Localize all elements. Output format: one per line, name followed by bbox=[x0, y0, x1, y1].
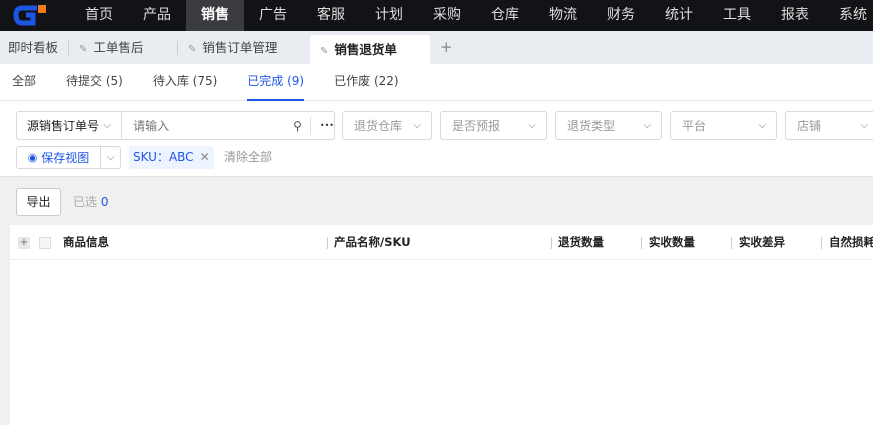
col-product-info[interactable]: 商品信息 bbox=[63, 225, 109, 260]
returns-table: + 商品信息 产品名称/SKU 退货数量 实收数量 实收差异 自然损耗 bbox=[10, 225, 873, 425]
filter-tag-label: SKU：ABC bbox=[133, 150, 194, 164]
search-type-value: 源销售订单号 bbox=[27, 119, 100, 133]
column-resizer[interactable] bbox=[731, 237, 732, 249]
search-group: 源销售订单号⌵ ⚲ ••• bbox=[16, 111, 335, 140]
nav-item-product[interactable]: 产品 bbox=[128, 0, 186, 31]
return-warehouse-select[interactable]: 退货仓库 ⌵ bbox=[342, 111, 432, 140]
filter-tag: SKU：ABC ✕ bbox=[129, 146, 214, 169]
col-received-diff[interactable]: 实收差异 bbox=[739, 225, 785, 260]
eye-icon: ◉ bbox=[27, 151, 38, 164]
chevron-down-icon: ⌵ bbox=[103, 120, 112, 131]
col-received-qty[interactable]: 实收数量 bbox=[649, 225, 695, 260]
save-view-group: ◉ 保存视图 ⌵ bbox=[16, 146, 121, 169]
tab-sales-returns[interactable]: ✎ 销售退货单 bbox=[310, 35, 431, 64]
select-placeholder: 退货仓库 bbox=[354, 119, 403, 133]
nav-item-sales[interactable]: 销售 bbox=[186, 0, 244, 31]
search-input[interactable] bbox=[133, 118, 284, 133]
pin-icon[interactable]: ✎ bbox=[320, 46, 328, 57]
chevron-down-icon: ⌵ bbox=[860, 120, 868, 131]
pin-icon[interactable]: ✎ bbox=[188, 44, 196, 55]
chevron-down-icon: ⌵ bbox=[758, 120, 766, 131]
tab-label: 销售退货单 bbox=[334, 42, 397, 57]
filter-panel: 源销售订单号⌵ ⚲ ••• 退货仓库⌵ 是否预报⌵ 退货类型⌵ 平台⌵ 店铺⌵ … bbox=[0, 101, 873, 177]
nav-item-warehouse[interactable]: 仓库 bbox=[476, 0, 534, 31]
chevron-down-icon[interactable]: ⌵ bbox=[107, 152, 115, 163]
forecast-select[interactable]: 是否预报 ⌵ bbox=[440, 111, 547, 140]
nav-item-tools[interactable]: 工具 bbox=[708, 0, 766, 31]
nav-item-finance[interactable]: 财务 bbox=[592, 0, 650, 31]
nav-item-service[interactable]: 客服 bbox=[302, 0, 360, 31]
save-view-label: 保存视图 bbox=[41, 151, 90, 165]
status-tab-completed[interactable]: 已完成 (9) bbox=[235, 64, 316, 101]
selected-value: 0 bbox=[100, 195, 109, 209]
export-button[interactable]: 导出 bbox=[16, 188, 61, 216]
nav-item-home[interactable]: 首页 bbox=[70, 0, 128, 31]
select-all-checkbox[interactable] bbox=[39, 237, 51, 249]
close-icon[interactable]: ✕ bbox=[200, 150, 210, 164]
content-area: 导出 已选 0 + 商品信息 产品名称/SKU 退货数量 实收数量 实收差异 自… bbox=[0, 178, 873, 425]
tab-sales-orders[interactable]: ✎ 销售订单管理 bbox=[178, 31, 290, 64]
column-resizer[interactable] bbox=[551, 237, 552, 249]
status-tab-pending-stock[interactable]: 待入库 (75) bbox=[141, 64, 229, 100]
divider bbox=[309, 116, 311, 135]
select-placeholder: 平台 bbox=[682, 119, 707, 133]
search-type-select[interactable]: 源销售订单号 ⌵ bbox=[17, 112, 123, 139]
column-resizer[interactable] bbox=[821, 237, 822, 249]
nav-item-purchase[interactable]: 采购 bbox=[418, 0, 476, 31]
col-natural-loss[interactable]: 自然损耗 bbox=[829, 225, 873, 260]
selected-label: 已选 bbox=[73, 195, 98, 209]
top-nav: 首页 产品 销售 广告 客服 计划 采购 仓库 物流 财务 统计 工具 报表 系… bbox=[0, 0, 873, 31]
status-tabs: 全部 待提交 (5) 待入库 (75) 已完成 (9) 已作废 (22) bbox=[0, 64, 873, 101]
expand-all-icon[interactable]: + bbox=[18, 237, 30, 249]
nav-item-logistics[interactable]: 物流 bbox=[534, 0, 592, 31]
more-options-button[interactable]: ••• bbox=[320, 121, 334, 130]
search-icon[interactable]: ⚲ bbox=[293, 119, 302, 133]
chevron-down-icon: ⌵ bbox=[528, 120, 536, 131]
nav-item-plan[interactable]: 计划 bbox=[360, 0, 418, 31]
save-view-button[interactable]: ◉ 保存视图 bbox=[17, 147, 101, 168]
nav-item-stats[interactable]: 统计 bbox=[650, 0, 708, 31]
tab-label: 即时看板 bbox=[8, 40, 59, 55]
select-placeholder: 店铺 bbox=[797, 119, 822, 133]
clear-all-link[interactable]: 清除全部 bbox=[224, 146, 272, 169]
return-type-select[interactable]: 退货类型 ⌵ bbox=[555, 111, 662, 140]
tab-dashboard[interactable]: 即时看板 bbox=[0, 31, 68, 64]
nav-item-ads[interactable]: 广告 bbox=[244, 0, 302, 31]
page-tabs: 即时看板 ✎ 工单售后 ✎ 销售订单管理 ✎ 销售退货单 + bbox=[0, 31, 873, 64]
platform-select[interactable]: 平台 ⌵ bbox=[670, 111, 777, 140]
select-placeholder: 是否预报 bbox=[452, 119, 501, 133]
selected-count: 已选 0 bbox=[73, 188, 108, 216]
col-return-qty[interactable]: 退货数量 bbox=[558, 225, 604, 260]
status-tab-voided[interactable]: 已作废 (22) bbox=[322, 64, 410, 100]
status-tab-pending-submit[interactable]: 待提交 (5) bbox=[54, 64, 135, 100]
nav-item-system[interactable]: 系统 bbox=[824, 0, 873, 31]
column-resizer[interactable] bbox=[327, 237, 328, 249]
status-tab-all[interactable]: 全部 bbox=[0, 64, 48, 100]
column-resizer[interactable] bbox=[641, 237, 642, 249]
add-tab-button[interactable]: + bbox=[440, 31, 453, 64]
col-product-name-sku[interactable]: 产品名称/SKU bbox=[334, 225, 411, 260]
pin-icon[interactable]: ✎ bbox=[79, 44, 87, 55]
nav-item-reports[interactable]: 报表 bbox=[766, 0, 824, 31]
table-header: + 商品信息 产品名称/SKU 退货数量 实收数量 实收差异 自然损耗 bbox=[10, 225, 873, 260]
tab-label: 工单售后 bbox=[93, 40, 144, 55]
chevron-down-icon: ⌵ bbox=[643, 120, 651, 131]
chevron-down-icon: ⌵ bbox=[413, 120, 421, 131]
tab-after-sales[interactable]: ✎ 工单售后 bbox=[69, 31, 177, 64]
logo[interactable] bbox=[0, 0, 70, 31]
tab-label: 销售订单管理 bbox=[202, 40, 278, 55]
select-placeholder: 退货类型 bbox=[567, 119, 616, 133]
shop-select[interactable]: 店铺 ⌵ bbox=[785, 111, 873, 140]
